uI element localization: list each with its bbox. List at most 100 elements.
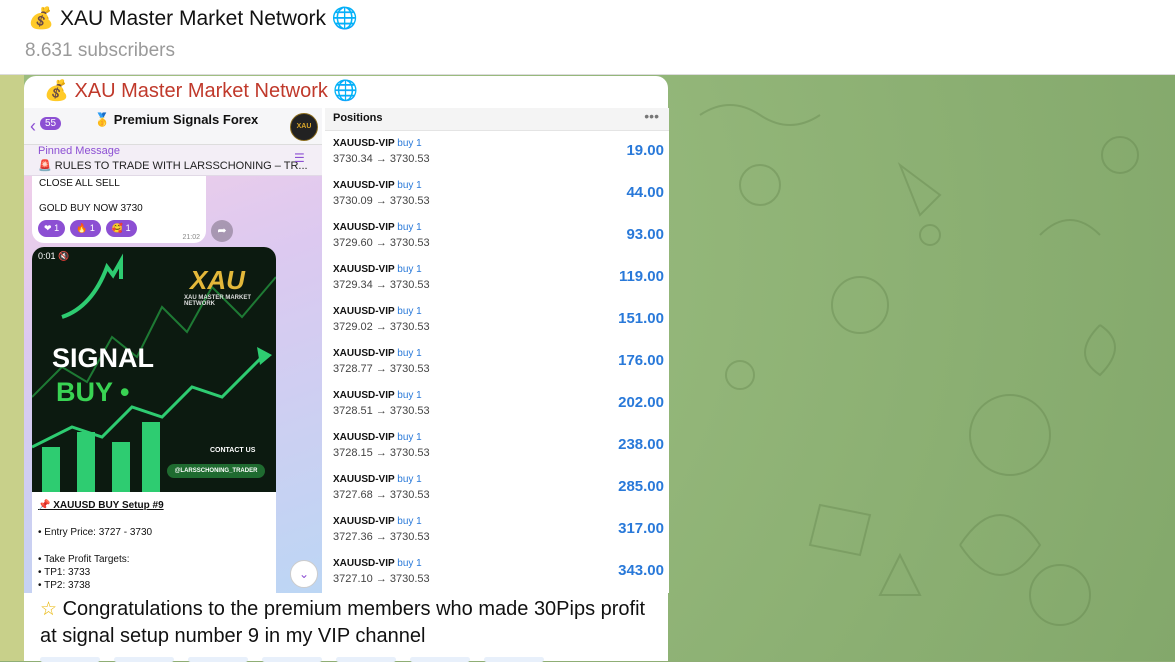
position-row: XAUUSD-VIP buy 1 3727.10 → 3730.53 343.00 [325, 552, 669, 593]
position-symbol: XAUUSD-VIP buy 1 [333, 390, 422, 401]
position-side: buy 1 [397, 390, 422, 401]
position-symbol: XAUUSD-VIP buy 1 [333, 516, 422, 527]
post-screenshot[interactable]: ‹ 55 🥇 Premium Signals Forex XAU Pinned … [24, 108, 669, 593]
position-prices: 3729.34 → 3730.53 [333, 279, 430, 291]
position-profit: 44.00 [626, 184, 664, 201]
position-symbol: XAUUSD-VIP buy 1 [333, 348, 422, 359]
position-profit: 285.00 [618, 478, 664, 495]
setup-text: 📌 XAUUSD BUY Setup #9 • Entry Price: 372… [38, 499, 164, 592]
position-row: XAUUSD-VIP buy 1 3729.34 → 3730.53 119.00 [325, 258, 669, 300]
positions-header: Positions ••• [325, 108, 669, 131]
star-icon: ☆ [40, 599, 58, 620]
position-side: buy 1 [397, 432, 422, 443]
video-buy-text: BUY • [56, 377, 130, 407]
video-logo: XAU [190, 265, 245, 295]
post-author[interactable]: 💰 XAU Master Market Network 🌐 [44, 78, 358, 103]
position-profit: 119.00 [618, 268, 664, 285]
share-icon: ➦ [211, 220, 233, 242]
reaction-placeholder[interactable] [336, 657, 396, 662]
caption-text: Congratulations to the premium members w… [40, 598, 646, 647]
position-row: XAUUSD-VIP buy 1 3729.60 → 3730.53 93.00 [325, 216, 669, 258]
reaction-placeholder[interactable] [188, 657, 248, 662]
position-side: buy 1 [397, 180, 422, 191]
position-side: buy 1 [397, 516, 422, 527]
position-row: XAUUSD-VIP buy 1 3728.77 → 3730.53 176.00 [325, 342, 669, 384]
setup-title: 📌 XAUUSD BUY Setup #9 [38, 500, 164, 511]
position-symbol: XAUUSD-VIP buy 1 [333, 180, 422, 191]
reaction-row: ❤ 1 🔥 1 🥰 1 [38, 220, 137, 237]
positions-panel: Positions ••• XAUUSD-VIP buy 1 3730.34 → … [325, 108, 669, 593]
position-profit: 176.00 [618, 352, 664, 369]
position-prices: 3730.34 → 3730.53 [333, 153, 430, 165]
position-side: buy 1 [397, 222, 422, 233]
position-row: XAUUSD-VIP buy 1 3728.15 → 3730.53 238.00 [325, 426, 669, 468]
position-profit: 151.00 [618, 310, 664, 327]
position-symbol: XAUUSD-VIP buy 1 [333, 432, 422, 443]
position-symbol: XAUUSD-VIP buy 1 [333, 306, 422, 317]
position-symbol: XAUUSD-VIP buy 1 [333, 138, 422, 149]
position-side: buy 1 [397, 348, 422, 359]
position-prices: 3728.77 → 3730.53 [333, 363, 430, 375]
position-row: XAUUSD-VIP buy 1 3729.02 → 3730.53 151.00 [325, 300, 669, 342]
position-profit: 238.00 [618, 436, 664, 453]
position-symbol: XAUUSD-VIP buy 1 [333, 558, 422, 569]
position-profit: 317.00 [618, 520, 664, 537]
channel-avatar: XAU [290, 113, 318, 141]
phone-screenshot: ‹ 55 🥇 Premium Signals Forex XAU Pinned … [24, 108, 322, 593]
back-chevron-icon: ‹ [30, 116, 36, 136]
position-row: XAUUSD-VIP buy 1 3730.34 → 3730.53 19.00 [325, 132, 669, 174]
position-symbol: XAUUSD-VIP buy 1 [333, 264, 422, 275]
position-prices: 3730.09 → 3730.53 [333, 195, 430, 207]
reaction-heart: ❤ 1 [38, 220, 66, 237]
phone-message-bubble: CLOSE ALL SELL GOLD BUY NOW 3730 ❤ 1 🔥 1… [32, 176, 206, 243]
position-prices: 3727.68 → 3730.53 [333, 489, 430, 501]
reaction-placeholder[interactable] [410, 657, 470, 662]
channel-title[interactable]: 💰 XAU Master Market Network 🌐 [28, 7, 358, 31]
scroll-down-icon: ⌄ [290, 560, 318, 588]
position-side: buy 1 [397, 558, 422, 569]
positions-title: Positions [333, 112, 383, 124]
position-row: XAUUSD-VIP buy 1 3730.09 → 3730.53 44.00 [325, 174, 669, 216]
position-side: buy 1 [397, 474, 422, 485]
channel-header[interactable]: 💰 XAU Master Market Network 🌐 8.631 subs… [0, 0, 1175, 75]
position-profit: 19.00 [626, 142, 664, 159]
pinned-list-icon: ☰ [294, 151, 305, 165]
position-row: XAUUSD-VIP buy 1 3728.51 → 3730.53 202.00 [325, 384, 669, 426]
bubble-time: 21:02 [182, 234, 200, 241]
position-prices: 3729.02 → 3730.53 [333, 321, 430, 333]
position-prices: 3728.15 → 3730.53 [333, 447, 430, 459]
channel-post[interactable]: 💰 XAU Master Market Network 🌐 ‹ 55 🥇 Pre… [24, 76, 669, 662]
video-contact-text: CONTACT US [210, 447, 256, 454]
position-symbol: XAUUSD-VIP buy 1 [333, 222, 422, 233]
position-prices: 3727.10 → 3730.53 [333, 573, 430, 585]
position-profit: 93.00 [626, 226, 664, 243]
phone-video-bubble: 0:01 🔇 XAU XAU MASTER MARKET NETWORK SIG… [32, 247, 276, 593]
position-prices: 3727.36 → 3730.53 [333, 531, 430, 543]
phone-chat-header: ‹ 55 🥇 Premium Signals Forex XAU [24, 108, 322, 145]
bubble-line-2: GOLD BUY NOW 3730 [39, 203, 143, 214]
video-logo-subtitle: XAU MASTER MARKET NETWORK [184, 295, 251, 307]
position-symbol: XAUUSD-VIP buy 1 [333, 474, 422, 485]
chat-left-strip [0, 75, 24, 661]
reaction-placeholder[interactable] [262, 657, 322, 662]
back-unread-badge: 55 [40, 117, 62, 130]
position-prices: 3728.51 → 3730.53 [333, 405, 430, 417]
reaction-fire: 🔥 1 [70, 220, 101, 237]
position-row: XAUUSD-VIP buy 1 3727.36 → 3730.53 317.00 [325, 510, 669, 552]
subscriber-count: 8.631 subscribers [25, 40, 175, 61]
tp1: • TP1: 3733 [38, 567, 91, 578]
reaction-placeholder[interactable] [40, 657, 100, 662]
position-side: buy 1 [397, 264, 422, 275]
pinned-label: Pinned Message [38, 145, 120, 157]
position-row: XAUUSD-VIP buy 1 3727.68 → 3730.53 285.00 [325, 468, 669, 510]
video-time: 0:01 🔇 [38, 251, 70, 261]
position-side: buy 1 [397, 306, 422, 317]
post-caption: ☆ Congratulations to the premium members… [40, 596, 660, 650]
pinned-text: 🚨 RULES TO TRADE WITH LARSSCHONING – TR.… [38, 160, 308, 172]
reaction-placeholder[interactable] [114, 657, 174, 662]
reaction-placeholder[interactable] [484, 657, 544, 662]
position-profit: 202.00 [618, 394, 664, 411]
reaction-bar [40, 657, 544, 662]
video-signal-text: SIGNAL [52, 343, 155, 373]
phone-channel-name: 🥇 Premium Signals Forex [94, 112, 259, 127]
